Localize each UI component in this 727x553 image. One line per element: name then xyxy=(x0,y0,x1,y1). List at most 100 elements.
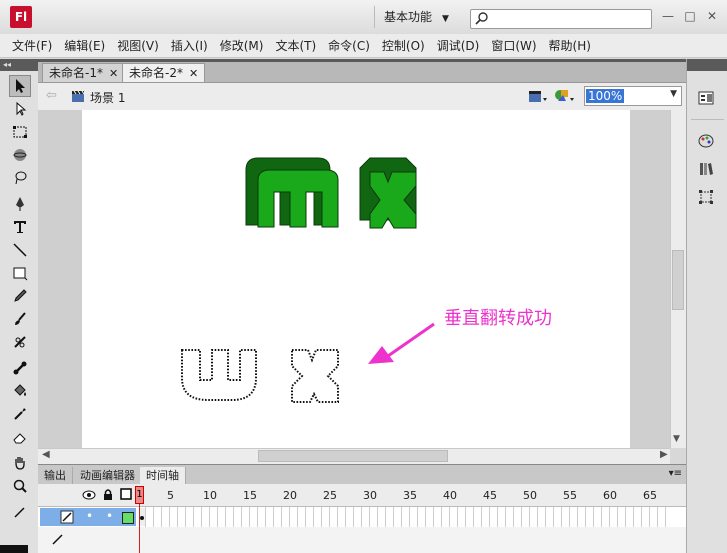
timeline-footer xyxy=(38,527,686,553)
frame-number: 50 xyxy=(523,489,537,502)
eyedropper-icon xyxy=(14,408,26,420)
minimize-button[interactable]: — xyxy=(658,6,678,26)
eraser-icon xyxy=(13,433,26,444)
letter-x-outline[interactable] xyxy=(291,349,339,403)
tab-document-1[interactable]: 未命名-1* ✕ xyxy=(42,63,126,82)
annotation-arrow-line xyxy=(387,322,435,358)
close-window-button[interactable]: ✕ xyxy=(702,6,722,26)
rectangle-tool[interactable] xyxy=(9,262,31,284)
workspace-label: 基本功能 xyxy=(384,10,433,24)
menu-commands[interactable]: 命令(C) xyxy=(322,34,376,58)
color-panel-button[interactable] xyxy=(695,130,717,152)
selection-tool[interactable] xyxy=(9,75,31,97)
lasso-tool[interactable] xyxy=(9,167,31,189)
3d-rotation-tool[interactable] xyxy=(9,144,31,166)
library-panel-button[interactable] xyxy=(695,158,717,180)
stroke-color-tool[interactable] xyxy=(9,501,31,523)
panel-menu-icon[interactable]: ▾≡ xyxy=(669,468,682,479)
menu-window[interactable]: 窗口(W) xyxy=(485,34,542,58)
frame-number: 45 xyxy=(483,489,497,502)
menu-text[interactable]: 文本(T) xyxy=(269,34,322,58)
scene-label[interactable]: 场景 1 xyxy=(90,89,125,106)
hand-tool[interactable] xyxy=(9,452,31,474)
3d-rotation-icon xyxy=(13,149,27,161)
maximize-button[interactable]: □ xyxy=(680,6,700,26)
paint-bucket-tool[interactable] xyxy=(9,380,31,402)
close-icon[interactable]: ✕ xyxy=(189,67,198,80)
edit-bar: ⇦ 场景 1 100% ▼ xyxy=(38,83,686,111)
toolbox-collapse-icon[interactable]: ◂◂ xyxy=(0,59,38,71)
outline-icon[interactable] xyxy=(120,488,132,500)
stage[interactable]: 垂直翻转成功 xyxy=(82,110,630,448)
flipped-letter-w-outline[interactable] xyxy=(181,349,257,401)
eraser-tool[interactable] xyxy=(9,426,31,448)
properties-panel-button[interactable] xyxy=(695,87,717,109)
properties-icon xyxy=(698,91,714,105)
close-icon[interactable]: ✕ xyxy=(109,67,118,80)
edit-scene-icon[interactable] xyxy=(528,88,548,104)
transform-panel-button[interactable] xyxy=(695,186,717,208)
panel-expand-icon[interactable] xyxy=(687,59,727,71)
vertical-scroll-thumb[interactable] xyxy=(672,250,684,310)
frame-number: 55 xyxy=(563,489,577,502)
edit-symbol-icon[interactable] xyxy=(554,87,576,105)
horizontal-scroll-thumb[interactable] xyxy=(258,450,448,462)
layer-visible-dot[interactable]: • xyxy=(86,509,93,523)
menu-edit[interactable]: 编辑(E) xyxy=(58,34,111,58)
selection-arrow-icon xyxy=(16,79,25,93)
zoom-select[interactable]: 100% ▼ xyxy=(584,86,682,106)
layer-outline-color[interactable] xyxy=(122,512,134,524)
menu-debug[interactable]: 调试(D) xyxy=(431,34,486,58)
zoom-icon xyxy=(13,479,27,493)
menu-view[interactable]: 视图(V) xyxy=(111,34,165,58)
tab-document-2[interactable]: 未命名-2* ✕ xyxy=(122,63,206,82)
line-tool[interactable] xyxy=(9,239,31,261)
letter-m-shape[interactable] xyxy=(245,157,339,228)
menu-help[interactable]: 帮助(H) xyxy=(543,34,597,58)
chevron-down-icon: ▼ xyxy=(442,14,449,24)
menu-control[interactable]: 控制(O) xyxy=(376,34,431,58)
brush-tool[interactable] xyxy=(9,308,31,330)
tab-motion-editor[interactable]: 动画编辑器 xyxy=(74,467,142,485)
eyedropper-tool[interactable] xyxy=(9,403,31,425)
menu-insert[interactable]: 插入(I) xyxy=(165,34,214,58)
layer-1[interactable]: • • xyxy=(40,508,136,526)
frame-cells[interactable] xyxy=(138,507,668,528)
pen-tool[interactable] xyxy=(9,193,31,215)
help-search-input[interactable] xyxy=(470,9,652,29)
subselection-tool[interactable] xyxy=(9,98,31,120)
menu-modify[interactable]: 修改(M) xyxy=(214,34,270,58)
layer-lock-dot[interactable]: • xyxy=(106,509,113,523)
scroll-right-icon[interactable]: ▶ xyxy=(660,449,668,460)
zoom-tool[interactable] xyxy=(9,475,31,497)
flash-logo: Fl xyxy=(10,6,32,28)
frame-number: 5 xyxy=(167,489,174,502)
deco-tool[interactable] xyxy=(9,331,31,353)
new-layer-pencil-icon[interactable] xyxy=(50,531,66,547)
paint-bucket-icon xyxy=(14,384,26,396)
menu-file[interactable]: 文件(F) xyxy=(6,34,58,58)
scroll-down-icon[interactable]: ▼ xyxy=(673,434,680,444)
brush-icon xyxy=(15,312,26,325)
tab-timeline[interactable]: 时间轴 xyxy=(140,467,186,485)
stroke-color-swatch[interactable] xyxy=(0,545,28,553)
frame-number: 60 xyxy=(603,489,617,502)
chevron-down-icon[interactable]: ▼ xyxy=(670,89,677,99)
letter-x-shape[interactable] xyxy=(359,157,417,229)
back-arrow-icon[interactable]: ⇦ xyxy=(46,88,57,103)
lock-icon[interactable] xyxy=(102,488,114,501)
pencil-tool[interactable] xyxy=(9,285,31,307)
flip-success-annotation: 垂直翻转成功 xyxy=(444,308,552,329)
free-transform-tool[interactable] xyxy=(9,121,31,143)
scroll-left-icon[interactable]: ◀ xyxy=(42,449,50,460)
bone-tool[interactable] xyxy=(9,357,31,379)
eye-icon[interactable] xyxy=(82,489,96,501)
library-icon xyxy=(700,163,713,175)
title-bar: Fl 基本功能 ▼ — □ ✕ xyxy=(0,0,727,35)
toolbox: ◂◂ xyxy=(0,59,39,553)
workspace-switcher[interactable]: 基本功能 ▼ xyxy=(374,6,453,28)
playhead-handle[interactable]: 1 xyxy=(135,486,144,504)
tab-output[interactable]: 输出 xyxy=(38,467,73,485)
text-tool[interactable] xyxy=(9,216,31,238)
zoom-value[interactable]: 100% xyxy=(586,89,625,103)
